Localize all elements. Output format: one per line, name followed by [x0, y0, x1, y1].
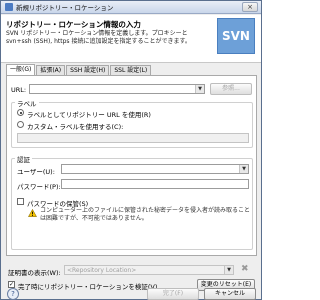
tab-general[interactable]: 一般(G) [6, 64, 36, 75]
use-url-radio[interactable] [17, 109, 24, 116]
header-title: リポジトリー・ロケーション情報の入力 [6, 20, 141, 29]
use-url-radio-label: ラベルとしてリポジトリー URL を使用(R) [27, 111, 151, 119]
app-icon [5, 3, 13, 11]
chevron-down-icon[interactable]: ▼ [224, 266, 233, 274]
chevron-down-icon[interactable]: ▼ [239, 165, 248, 173]
browse-button[interactable]: 参照... [210, 83, 252, 95]
tab-advanced[interactable]: 拡張(A) [36, 65, 66, 75]
cancel-button[interactable]: キャンセル [204, 288, 256, 300]
password-label: パスワード(P): [17, 183, 61, 191]
new-repository-location-dialog: 新規リポジトリー・ロケーション × リポジトリー・ロケーション情報の入力 SVN… [0, 0, 262, 300]
custom-label-radio[interactable] [17, 121, 24, 128]
close-button[interactable]: × [242, 2, 258, 12]
chevron-down-icon[interactable]: ▼ [195, 85, 204, 93]
show-certificate-label: 証明書の表示(W): [8, 269, 61, 277]
tab-bar: 一般(G) 拡張(A) SSH 設定(H) SSL 設定(L) [6, 64, 152, 75]
certificate-combobox[interactable]: <Repository Location> ▼ [64, 265, 234, 275]
svn-logo-icon: SVN [217, 18, 255, 54]
window-title: 新規リポジトリー・ロケーション [16, 4, 114, 12]
help-icon[interactable]: ? [7, 288, 19, 300]
title-bar: 新規リポジトリー・ロケーション × [1, 1, 261, 14]
header-description: SVN リポジトリー・ロケーション情報を定義します。プロキシーと svn+ssh… [6, 30, 191, 45]
svn-logo-text: SVN [222, 29, 250, 43]
save-password-checkbox[interactable] [17, 198, 24, 205]
validate-checkbox[interactable]: ✓ [8, 281, 15, 288]
url-label: URL: [11, 86, 27, 94]
password-field[interactable] [61, 179, 249, 189]
clear-icon[interactable]: ✖ [241, 264, 249, 274]
url-combobox[interactable]: ▼ [29, 84, 205, 94]
validate-checkbox-label: 完了時にリポジトリー・ロケーションを検証(V) [18, 283, 158, 291]
user-combobox[interactable]: ▼ [61, 164, 249, 174]
tab-ssl-settings[interactable]: SSL 設定(L) [110, 65, 152, 75]
auth-group-title: 認証 [15, 154, 32, 164]
custom-label-radio-label: カスタム・ラベルを使用する(C): [27, 123, 124, 131]
tab-ssh-settings[interactable]: SSH 設定(H) [66, 65, 110, 75]
label-group-title: ラベル [15, 98, 39, 108]
finish-button[interactable]: 完了(F) [147, 288, 199, 300]
certificate-placeholder: <Repository Location> [67, 267, 137, 274]
warning-icon [28, 209, 37, 217]
custom-label-field[interactable] [17, 133, 249, 143]
user-label: ユーザー(U): [17, 168, 55, 176]
wizard-header: リポジトリー・ロケーション情報の入力 SVN リポジトリー・ロケーション情報を定… [1, 15, 261, 63]
general-tab-panel: URL: ▼ 参照... ラベル ラベルとしてリポジトリー URL を使用(R)… [6, 75, 257, 256]
security-warning-note: コンピューター上のファイルに保管された秘密データを侵入者が読み取ることは困難です… [40, 207, 251, 222]
